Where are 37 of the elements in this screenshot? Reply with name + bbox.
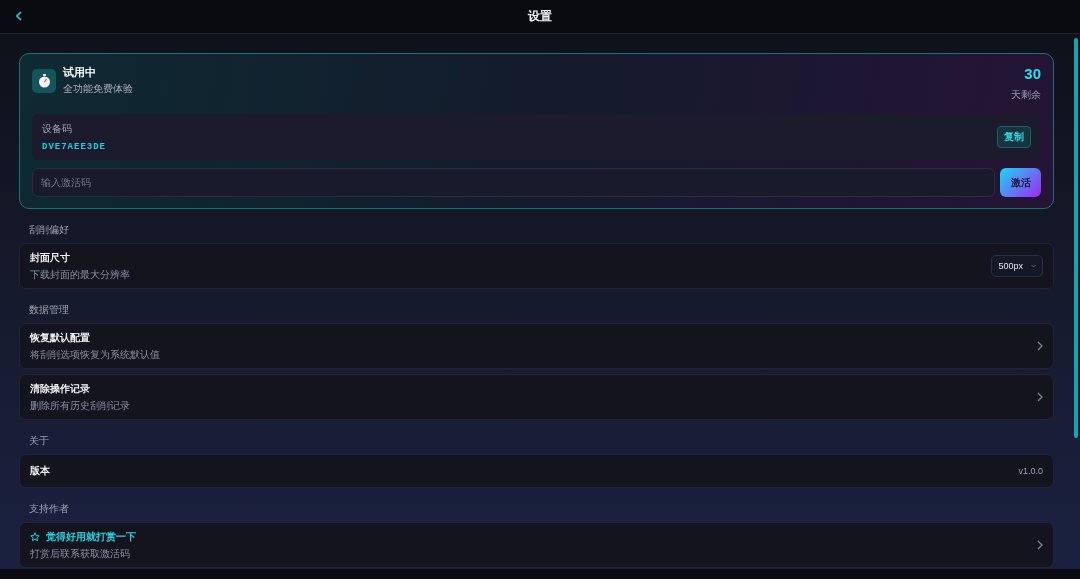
days-label: 天剩余 [1011, 88, 1041, 102]
page-title: 设置 [528, 8, 552, 25]
item-description: 下载封面的最大分辨率 [30, 267, 130, 282]
section-title: 支持作者 [29, 502, 70, 516]
star-icon [30, 531, 40, 542]
scrollbar-thumb[interactable] [1074, 38, 1078, 438]
trial-description: 全功能免费体验 [63, 82, 133, 96]
item-title: 觉得好用就打赏一下 [46, 529, 136, 544]
item-title: 封面尺寸 [30, 250, 71, 265]
settings-row[interactable]: 封面尺寸 下载封面的最大分辨率 500px [19, 243, 1054, 289]
caret-icon [1031, 264, 1036, 268]
chevron-right-icon [1037, 392, 1043, 402]
chevron-right-icon [1037, 341, 1043, 351]
item-description: 将刮削选项恢复为系统默认值 [30, 347, 160, 362]
item-title: 清除操作记录 [30, 381, 91, 396]
section-title: 刮削偏好 [29, 223, 70, 237]
copy-button[interactable]: 复制 [997, 126, 1031, 148]
item-description: 打赏后联系获取激活码 [30, 546, 131, 561]
version-value: v1.0.0 [1018, 466, 1043, 476]
section-title: 数据管理 [29, 303, 70, 317]
item-title: 恢复默认配置 [30, 330, 91, 345]
item-title: 版本 [30, 464, 50, 478]
days-count: 30 [1023, 65, 1041, 82]
device-code: DVE7AEE3DE [42, 142, 106, 152]
settings-row[interactable]: 清除操作记录 删除所有历史刮削记录 [19, 374, 1054, 420]
chevron-right-icon [1037, 540, 1043, 550]
activate-button[interactable]: 激活 [1000, 168, 1041, 197]
settings-row[interactable]: 恢复默认配置 将刮削选项恢复为系统默认值 [19, 323, 1054, 369]
activation-code-field[interactable]: 输入激活码 [32, 168, 995, 197]
device-code-label: 设备码 [42, 122, 73, 136]
stopwatch-icon [32, 68, 56, 93]
section-title: 关于 [29, 434, 50, 448]
item-description: 删除所有历史刮削记录 [30, 398, 130, 413]
size-dropdown[interactable]: 500px [991, 255, 1043, 277]
settings-row[interactable]: 觉得好用就打赏一下 打赏后联系获取激活码 [19, 522, 1054, 568]
back-button[interactable] [16, 11, 22, 21]
trial-status: 试用中 [63, 65, 97, 80]
